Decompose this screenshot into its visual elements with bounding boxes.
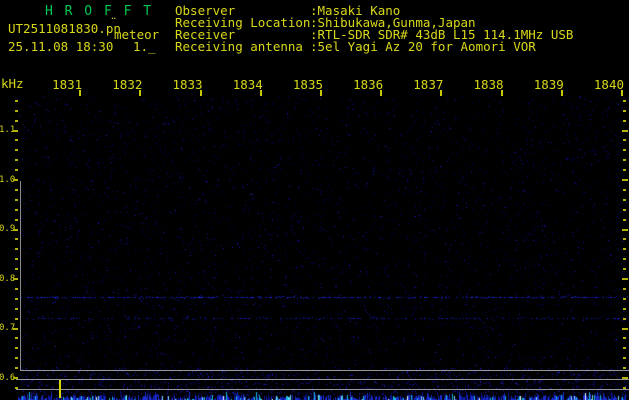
freq-tick-right: [623, 99, 626, 102]
time-label-1838: 1838: [473, 77, 504, 92]
freq-tick-left: [15, 139, 18, 142]
freq-tick-left: [15, 386, 18, 389]
freq-tick-right: [623, 109, 626, 112]
freq-tick-right: [622, 179, 628, 181]
freq-tick-right: [623, 357, 626, 360]
time-tick-1833: [199, 90, 202, 96]
freq-tick-left: [15, 307, 18, 310]
hrofft-screen: H R O F F T UT2511081830.pn ¨ meteor 25.…: [0, 0, 629, 400]
freq-tick-left: [15, 159, 18, 162]
freq-tick-right: [623, 139, 626, 142]
freq-tick-left: [15, 258, 18, 261]
time-label-1831: 1831: [52, 77, 83, 92]
freq-tick-right: [623, 317, 626, 320]
freq-tick-left: [15, 287, 18, 290]
freq-tick-left: [15, 99, 18, 102]
freq-tick-right: [623, 386, 626, 389]
time-tick-1837: [440, 90, 443, 96]
time-tick-1831: [79, 90, 82, 96]
time-tick-1840: [621, 90, 623, 96]
time-label-1840: 1840: [593, 77, 624, 92]
time-label-1833: 1833: [172, 77, 203, 92]
freq-tick-right: [622, 377, 628, 379]
freq-tick-left: [13, 129, 18, 132]
freq-tick-right: [623, 198, 626, 201]
spectrogram-canvas: [0, 0, 629, 400]
freq-tick-right: [623, 297, 626, 300]
freq-tick-left: [15, 198, 18, 201]
time-tick-1834: [259, 90, 262, 96]
time-tick-1835: [320, 90, 322, 96]
freq-tick-right: [622, 278, 628, 280]
time-tick-1832: [139, 90, 142, 96]
info-label-3: Receiving antenna: [175, 39, 303, 54]
freq-tick-left: [15, 169, 18, 172]
time-label-1836: 1836: [353, 77, 384, 92]
freq-tick-left: [15, 119, 18, 122]
freq-tick-left: [15, 347, 18, 350]
strip-reference-line-2: [16, 379, 629, 380]
freq-tick-right: [623, 367, 626, 370]
freq-tick-right: [622, 228, 628, 231]
freq-tick-left: [15, 188, 18, 191]
time-label-1832: 1832: [112, 77, 143, 92]
freq-tick-left: [13, 179, 18, 181]
output-filename: UT2511081830.pn: [8, 21, 121, 36]
freq-tick-left: [13, 377, 18, 379]
freq-tick-left: [15, 149, 18, 152]
freq-tick-right: [623, 258, 626, 261]
freq-tick-left: [15, 109, 18, 112]
freq-tick-right: [623, 248, 626, 251]
freq-tick-left: [13, 327, 18, 330]
freq-tick-right: [622, 327, 628, 330]
freq-tick-right: [622, 129, 628, 132]
freq-tick-right: [623, 208, 626, 211]
freq-tick-left: [15, 238, 18, 241]
freq-tick-right: [623, 169, 626, 172]
freq-tick-right: [623, 287, 626, 290]
time-label-1835: 1835: [292, 77, 323, 92]
echo-counter: 1._: [133, 39, 156, 54]
freq-tick-left: [15, 337, 18, 340]
info-value-3: :5el Yagi Az 20 for Aomori VOR: [310, 39, 536, 54]
freq-tick-right: [623, 119, 626, 122]
freq-tick-left: [13, 228, 18, 231]
freq-tick-left: [15, 208, 18, 211]
strip-reference-line-1: [20, 370, 629, 371]
event-marker-line: [59, 380, 61, 398]
freq-tick-left: [15, 357, 18, 360]
strip-reference-line-3: [16, 389, 629, 390]
freq-tick-left: [15, 248, 18, 251]
freq-tick-left: [13, 278, 18, 280]
y-axis-unit-label: kHz: [1, 76, 24, 91]
time-tick-1838: [500, 90, 503, 96]
time-label-1837: 1837: [413, 77, 444, 92]
freq-tick-right: [623, 159, 626, 162]
freq-tick-right: [623, 188, 626, 191]
freq-tick-right: [623, 268, 626, 271]
freq-tick-right: [623, 149, 626, 152]
freq-tick-right: [623, 218, 626, 221]
time-label-1834: 1834: [232, 77, 263, 92]
freq-tick-left: [15, 317, 18, 320]
time-label-1839: 1839: [533, 77, 564, 92]
app-title: H R O F F T: [45, 4, 154, 19]
freq-tick-left: [15, 218, 18, 221]
freq-tick-right: [623, 307, 626, 310]
freq-tick-left: [15, 297, 18, 300]
freq-tick-right: [623, 238, 626, 241]
time-tick-1839: [560, 90, 563, 96]
freq-tick-left: [15, 367, 18, 370]
freq-tick-right: [623, 337, 626, 340]
detection-band-left-border: [20, 181, 21, 370]
observation-datetime: 25.11.08 18:30: [8, 39, 114, 54]
freq-tick-left: [15, 268, 18, 271]
time-tick-1836: [380, 90, 383, 96]
freq-tick-right: [623, 347, 626, 350]
